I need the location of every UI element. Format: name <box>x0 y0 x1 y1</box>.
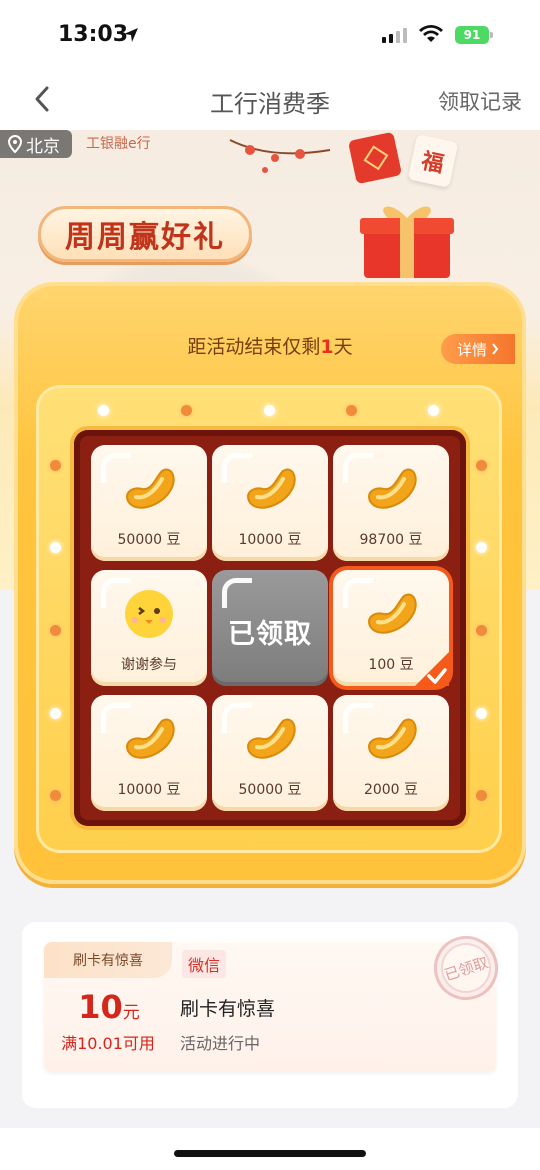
chick-face-icon <box>125 590 173 638</box>
red-envelope-decoration <box>347 131 403 185</box>
channel-badge: 微信 <box>182 950 227 978</box>
coupon-amount-unit: 元 <box>122 1003 140 1023</box>
home-indicator[interactable] <box>174 1150 366 1157</box>
coupon-amount-value: 10 <box>78 988 123 1026</box>
battery-level: 91 <box>463 28 481 42</box>
coupon-tag: 刷卡有惊喜 <box>44 942 172 978</box>
city-selector[interactable]: 北京 <box>0 130 72 158</box>
prize-cell[interactable]: 谢谢参与 <box>91 570 207 686</box>
frame-light <box>476 542 487 553</box>
location-arrow-icon <box>124 28 138 42</box>
frame-light <box>181 405 192 416</box>
prize-cell[interactable]: 10000 豆 <box>91 695 207 811</box>
frame-light <box>98 405 109 416</box>
prize-cell[interactable]: 98700 豆 <box>333 445 449 561</box>
status-time: 13:03 <box>58 22 129 47</box>
plum-blossom-decoration <box>229 139 331 173</box>
status-bar: 13:03 91 <box>0 0 540 72</box>
location-pin-icon <box>8 135 22 153</box>
city-name: 北京 <box>26 136 60 157</box>
prize-cell[interactable]: 50000 豆 <box>91 445 207 561</box>
prize-label: 10000 豆 <box>117 782 181 798</box>
prize-label: 2000 豆 <box>363 782 419 798</box>
checkmark-icon <box>415 652 449 686</box>
frame-light <box>476 625 487 636</box>
coupon-card[interactable]: 刷卡有惊喜 微信 10元 满10.01可用 刷卡有惊喜 活动进行中 <box>44 942 496 1072</box>
chevron-right-icon <box>492 343 499 355</box>
gold-bean-icon <box>368 593 417 634</box>
prize-cell[interactable]: 50000 豆 <box>212 695 328 811</box>
prize-cell[interactable]: 2000 豆 <box>333 695 449 811</box>
frame-light <box>264 405 275 416</box>
coupon-amount: 10元 <box>44 988 174 1026</box>
frame-light <box>50 542 61 553</box>
coupon-status: 活动进行中 <box>180 1034 261 1053</box>
coupon-name: 刷卡有惊喜 <box>180 998 276 1020</box>
detail-button[interactable]: 详情 <box>441 334 515 364</box>
detail-label: 详情 <box>456 340 487 359</box>
gold-bean-icon <box>126 468 175 509</box>
frame-light <box>50 625 61 636</box>
weekly-prize-headline: 周周赢好礼 <box>38 206 252 262</box>
gold-bean-icon <box>368 468 417 509</box>
signal-icon <box>382 28 407 43</box>
gold-bean-icon <box>126 718 175 759</box>
bottom-area <box>0 1128 540 1170</box>
gold-bean-icon <box>368 718 417 759</box>
countdown-unit: 天 <box>333 336 353 358</box>
claimed-button[interactable]: 已领取 <box>212 570 328 686</box>
frame-light <box>346 405 357 416</box>
battery-icon: 91 <box>455 26 493 44</box>
nav-bar: 工行消费季 领取记录 <box>0 72 540 130</box>
prize-label: 50000 豆 <box>117 532 181 548</box>
gold-bean-icon <box>247 718 296 759</box>
gold-bean-icon <box>247 468 296 509</box>
prize-label: 谢谢参与 <box>121 657 177 673</box>
frame-light <box>50 708 61 719</box>
frame-light <box>476 708 487 719</box>
countdown-days: 1 <box>320 336 334 358</box>
claim-record-link[interactable]: 领取记录 <box>438 86 522 116</box>
frame-light <box>476 790 487 801</box>
prize-cell-selected[interactable]: 100 豆 <box>333 570 449 686</box>
frame-light <box>476 460 487 471</box>
frame-light <box>428 405 439 416</box>
prize-label: 10000 豆 <box>238 532 302 548</box>
countdown-prefix: 距活动结束仅剩 <box>187 336 321 358</box>
frame-light <box>50 460 61 471</box>
gift-box-icon <box>360 206 454 278</box>
prize-label: 98700 豆 <box>359 532 423 548</box>
shine-decoration <box>222 578 252 608</box>
brand-logo: 工银融e行 <box>86 136 151 152</box>
prize-label: 50000 豆 <box>238 782 302 798</box>
claimed-label: 已领取 <box>228 619 312 650</box>
wifi-icon <box>419 25 443 42</box>
frame-light <box>50 790 61 801</box>
coupon-condition: 满10.01可用 <box>61 1034 155 1053</box>
prize-cell[interactable]: 10000 豆 <box>212 445 328 561</box>
